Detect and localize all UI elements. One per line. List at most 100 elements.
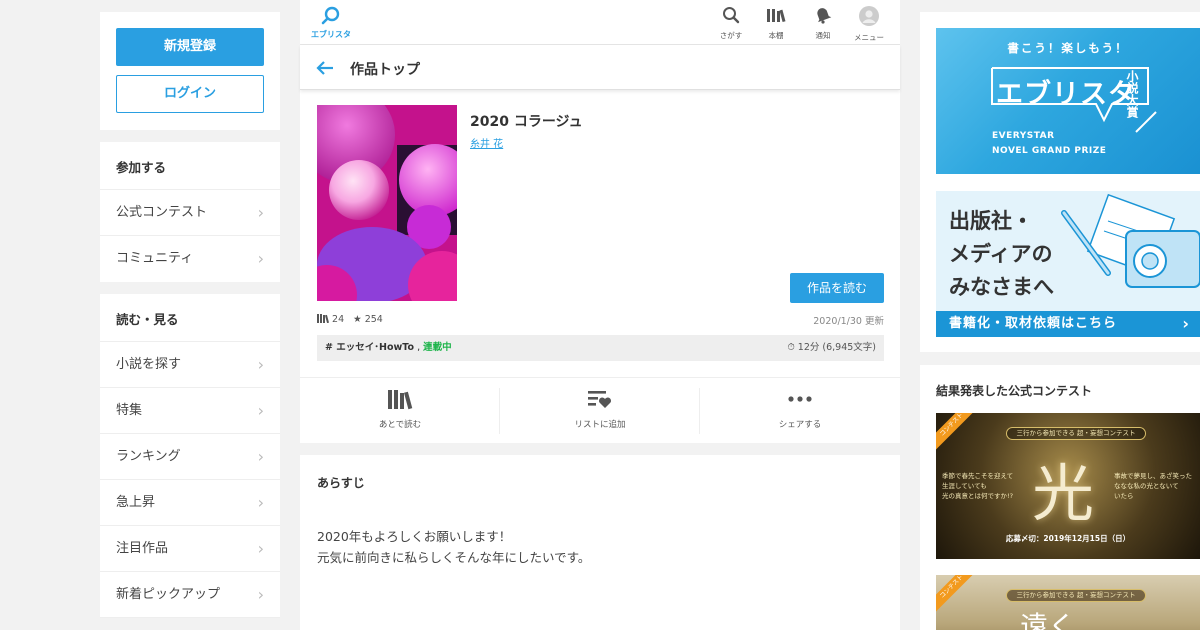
nav-item-ranking[interactable]: ランキング ›: [100, 434, 280, 480]
cover-image[interactable]: [317, 105, 457, 301]
topbar-notifications-label: 通知: [815, 31, 831, 40]
contest-heading: 結果発表した公式コンテスト: [936, 384, 1093, 398]
top-bar: エブリスタ さがす 本棚 通知 メニュー: [300, 0, 900, 45]
chevron-right-icon: ›: [257, 203, 264, 222]
search-logo-icon: [321, 6, 340, 25]
banner2-line1: 出版社・: [949, 209, 1033, 233]
read-time: ⏱ 12分 (6,945文字): [787, 335, 876, 361]
contest-banner-light[interactable]: コンテスト 三行から参加できる 超・妄想コンテスト 光 季節で春先こそを迎えて …: [936, 413, 1200, 559]
contest-text-line: 季節で春先こそを迎えて: [942, 472, 1014, 480]
topbar-search[interactable]: さがす: [711, 6, 751, 41]
chevron-right-icon: ›: [1182, 314, 1190, 333]
chevron-right-icon: ›: [257, 585, 264, 604]
synopsis-line: 元気に前向きに私らしくそんな年にしたいです。: [317, 550, 591, 565]
contest-deadline: 応募〆切：2019年12月15日（日）: [1005, 534, 1131, 543]
synopsis-line: 2020年もよろしくお願いします！: [317, 529, 512, 544]
page-title: 作品トップ: [350, 62, 420, 78]
synopsis-text: 2020年もよろしくお願いします！ 元気に前向きに私らしくそんな年にしたいです。: [317, 526, 590, 568]
contest-text-line: 事故で夢見し、あざ笑った: [1114, 472, 1192, 480]
work-title: 2020 コラージュ: [470, 114, 583, 130]
nav-item-featured-works[interactable]: 注目作品 ›: [100, 526, 280, 572]
share-button[interactable]: シェアする: [700, 388, 900, 430]
nav-item-label: 公式コンテスト: [116, 205, 208, 220]
section-divider: [300, 443, 900, 455]
star-icon: ★: [353, 314, 362, 325]
avatar-icon: [859, 6, 879, 26]
contest-subtitle: 三行から参加できる 超・妄想コンテスト: [1006, 589, 1146, 602]
brand-label: エブリスタ: [311, 30, 351, 39]
read-time-value: 12分 (6,945文字): [797, 342, 876, 353]
tag-separator: ,: [417, 342, 421, 353]
contest-left-text: 季節で春先こそを迎えて 生涯していても 光の真意とは何ですか!?: [942, 471, 1013, 501]
nav-item-trending[interactable]: 急上昇 ›: [100, 480, 280, 526]
novel-grand-prize-banner[interactable]: 書こう！楽しもう！ エブリスタ 小説大賞 EVERYSTAR NOVEL GRA…: [936, 28, 1200, 174]
nav-item-new-pickup[interactable]: 新着ピックアップ ›: [100, 572, 280, 618]
read-see-menu: 読む・見る 小説を探す › 特集 › ランキング › 急上昇 › 注目作品 › …: [100, 294, 280, 618]
brand-logo[interactable]: エブリスタ: [308, 6, 354, 40]
contest-text-line: 生涯していても: [942, 482, 987, 490]
contest-text-line: ななな私の光とないて: [1114, 482, 1179, 490]
banner1-en1: EVERYSTAR: [992, 131, 1055, 141]
topbar-notifications[interactable]: 通知: [803, 6, 843, 41]
banner1-en2: NOVEL GRAND PRIZE: [992, 146, 1107, 156]
shelf-count: 24: [332, 314, 345, 325]
add-to-list-label: リストに追加: [574, 420, 626, 430]
nav-item-label: 急上昇: [116, 495, 156, 510]
read-work-button[interactable]: 作品を読む: [790, 273, 884, 303]
contest-right-text: 事故で夢見し、あざ笑った ななな私の光とないて いたら: [1114, 471, 1192, 501]
banner2-line3: みなさまへ: [949, 275, 1054, 299]
nav-item-community[interactable]: コミュニティ ›: [100, 236, 280, 282]
cover-art: [317, 105, 457, 301]
bookshelf-icon: [767, 9, 786, 23]
author-link[interactable]: 糸井 花: [470, 135, 503, 150]
contest-banner-far[interactable]: コンテスト 三行から参加できる 超・妄想コンテスト 遠く: [936, 575, 1200, 630]
genre-tag[interactable]: # エッセイ･HowTo: [325, 342, 414, 353]
read-later-label: あとで読む: [378, 420, 422, 430]
nav-item-label: コミュニティ: [116, 251, 194, 266]
bell-icon: [817, 8, 832, 24]
participate-heading: 参加する: [100, 142, 280, 190]
banner1-logo: エブリスタ: [996, 79, 1136, 110]
topbar-bookshelf[interactable]: 本棚: [756, 6, 796, 41]
chevron-right-icon: ›: [257, 355, 264, 374]
topbar-menu[interactable]: メニュー: [849, 6, 889, 43]
bookshelf-icon: [388, 390, 413, 410]
synopsis-heading: あらすじ: [317, 476, 365, 490]
topbar-bookshelf-label: 本棚: [768, 31, 784, 40]
nav-item-label: 新着ピックアップ: [116, 587, 221, 602]
add-to-list-button[interactable]: リストに追加: [500, 388, 700, 430]
login-button[interactable]: ログイン: [116, 75, 264, 113]
main-content: エブリスタ さがす 本棚 通知 メニュー 作品トップ 2020 コラージュ 糸井…: [300, 0, 900, 630]
share-label: シェアする: [778, 420, 822, 430]
contest-ribbon: コンテスト: [936, 413, 978, 451]
timer-icon: ⏱: [787, 342, 795, 353]
chevron-right-icon: ›: [257, 539, 264, 558]
list-heart-icon: [588, 391, 612, 408]
star-count: 254: [364, 314, 383, 325]
banner2-band: 書籍化・取材依頼はこちら ›: [936, 311, 1200, 337]
chevron-right-icon: ›: [257, 493, 264, 512]
register-button[interactable]: 新規登録: [116, 28, 264, 66]
work-stats: 24 ★ 254: [317, 313, 383, 325]
nav-item-search-novels[interactable]: 小説を探す ›: [100, 342, 280, 388]
banner2-band-label: 書籍化・取材依頼はこちら: [949, 316, 1118, 331]
contest-text-line: いたら: [1114, 492, 1134, 500]
serial-status: 連載中: [423, 342, 452, 353]
publisher-media-banner[interactable]: 出版社・ メディアの みなさまへ 書籍化・取材依頼はこちら ›: [936, 191, 1200, 337]
nav-item-label: ランキング: [116, 449, 181, 464]
back-arrow-icon[interactable]: [316, 57, 334, 81]
contest-subtitle: 三行から参加できる 超・妄想コンテスト: [1006, 427, 1146, 440]
read-later-button[interactable]: あとで読む: [300, 388, 500, 430]
nav-item-official-contest[interactable]: 公式コンテスト ›: [100, 190, 280, 236]
read-see-heading: 読む・見る: [100, 294, 280, 342]
contest-text-line: 光の真意とは何ですか!?: [942, 492, 1014, 500]
search-icon: [723, 7, 740, 24]
banner1-side: 小説大賞: [1125, 70, 1139, 118]
contest-kanji: 光: [1032, 457, 1095, 530]
nav-item-label: 小説を探す: [116, 357, 182, 372]
topbar-menu-label: メニュー: [854, 33, 884, 42]
nav-item-features[interactable]: 特集 ›: [100, 388, 280, 434]
bookshelf-icon: [317, 314, 330, 324]
sub-header: 作品トップ: [300, 45, 900, 90]
contest-card: 結果発表した公式コンテスト コンテスト 三行から参加できる 超・妄想コンテスト …: [920, 365, 1200, 630]
